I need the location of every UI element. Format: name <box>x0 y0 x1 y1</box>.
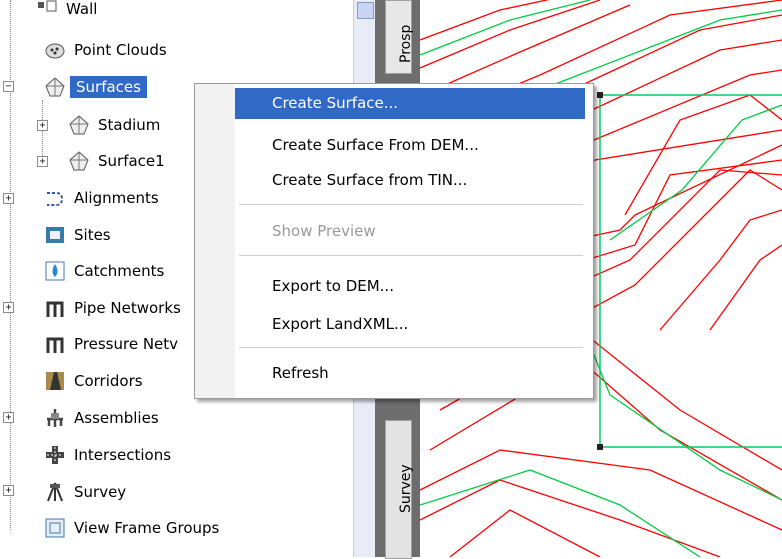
menu-item-create-surface[interactable]: Create Surface... <box>235 88 585 119</box>
expand-toggle[interactable]: + <box>3 412 14 423</box>
tab-prospector-label: Prosp <box>398 24 414 63</box>
tree-item-view-frame-groups[interactable]: View Frame Groups <box>44 513 219 543</box>
tree-item-pressure-networks[interactable]: Pressure Netv <box>44 329 178 359</box>
point-clouds-icon <box>45 43 65 59</box>
sites-icon <box>46 227 64 243</box>
tree-item-label: Catchments <box>74 262 165 280</box>
tab-survey[interactable]: Survey <box>385 420 414 559</box>
view-frame-groups-icon <box>45 518 65 538</box>
pipe-networks-icon <box>46 301 64 317</box>
menu-separator <box>239 255 583 256</box>
tab-survey-label: Survey <box>398 464 414 513</box>
expand-toggle[interactable]: + <box>37 120 48 131</box>
tree-item-alignments[interactable]: Alignments <box>44 183 159 213</box>
expand-toggle[interactable]: + <box>3 485 14 496</box>
corridors-icon <box>46 372 64 390</box>
catchments-icon <box>45 261 65 281</box>
tab-prospector[interactable]: Prosp <box>385 0 414 74</box>
tree-item-label: Pressure Netv <box>74 335 179 353</box>
tree-item-label: Survey <box>74 483 127 501</box>
tree-item-label: Wall <box>66 0 98 18</box>
tree-item-label: Assemblies <box>74 409 159 427</box>
assemblies-icon <box>47 409 63 427</box>
tree-item-label: Sites <box>74 226 111 244</box>
tree-item-assemblies[interactable]: Assemblies <box>44 403 159 433</box>
tree-item-corridors[interactable]: Corridors <box>44 366 143 396</box>
survey-icon <box>47 482 63 502</box>
tree-item-stadium[interactable]: Stadium <box>68 110 160 140</box>
menu-item-refresh[interactable]: Refresh <box>235 358 585 389</box>
tree-item-label: Intersections <box>74 446 172 464</box>
tree-item-label: Alignments <box>74 189 159 207</box>
menu-item-export-landxml[interactable]: Export LandXML... <box>235 309 585 340</box>
tree-item-catchments[interactable]: Catchments <box>44 256 164 286</box>
tree-item-intersections[interactable]: Intersections <box>44 440 171 470</box>
menu-item-create-surface-from-dem[interactable]: Create Surface From DEM... <box>235 130 585 161</box>
menu-item-create-surface-from-tin[interactable]: Create Surface from TIN... <box>235 165 585 196</box>
surface-icon <box>69 115 89 135</box>
expand-toggle[interactable]: + <box>3 193 14 204</box>
tree-item-survey[interactable]: Survey <box>44 477 126 507</box>
tree-item-label: Surfaces <box>70 76 147 98</box>
expand-toggle[interactable]: + <box>37 156 48 167</box>
surface-icon <box>69 151 89 171</box>
wall-icon <box>38 0 57 12</box>
tree-item-point-clouds[interactable]: Point Clouds <box>44 35 167 65</box>
tree-item-sites[interactable]: Sites <box>44 220 111 250</box>
tree-line <box>10 0 11 530</box>
alignments-icon <box>47 192 64 206</box>
menu-separator <box>239 347 583 348</box>
tree-item-surface1[interactable]: Surface1 <box>68 146 165 176</box>
tree-item-label: Surface1 <box>98 152 165 170</box>
tree-item-label: Stadium <box>98 116 161 134</box>
expand-toggle[interactable]: + <box>3 302 14 313</box>
menu-item-export-to-dem[interactable]: Export to DEM... <box>235 271 585 302</box>
surfaces-icon <box>45 77 65 97</box>
tree-item-label: Point Clouds <box>74 41 167 59</box>
menu-item-show-preview: Show Preview <box>272 222 376 240</box>
tree-item-label: View Frame Groups <box>74 519 220 537</box>
tree-item-label: Corridors <box>74 372 143 390</box>
pressure-networks-icon <box>46 337 64 353</box>
scroll-up-button[interactable] <box>357 2 374 19</box>
context-menu: Create Surface... Create Surface From DE… <box>194 83 594 399</box>
tree-item-surfaces[interactable]: Surfaces <box>44 72 147 102</box>
selection-boundary <box>599 94 782 448</box>
tree-item-pipe-networks[interactable]: Pipe Networks <box>44 293 181 323</box>
tree-item-label: Pipe Networks <box>74 299 181 317</box>
tree-item-wall[interactable]: Wall <box>36 0 97 24</box>
menu-separator <box>239 204 583 205</box>
intersections-icon <box>46 446 64 464</box>
menu-gutter <box>195 84 235 398</box>
collapse-toggle[interactable]: − <box>3 81 14 92</box>
